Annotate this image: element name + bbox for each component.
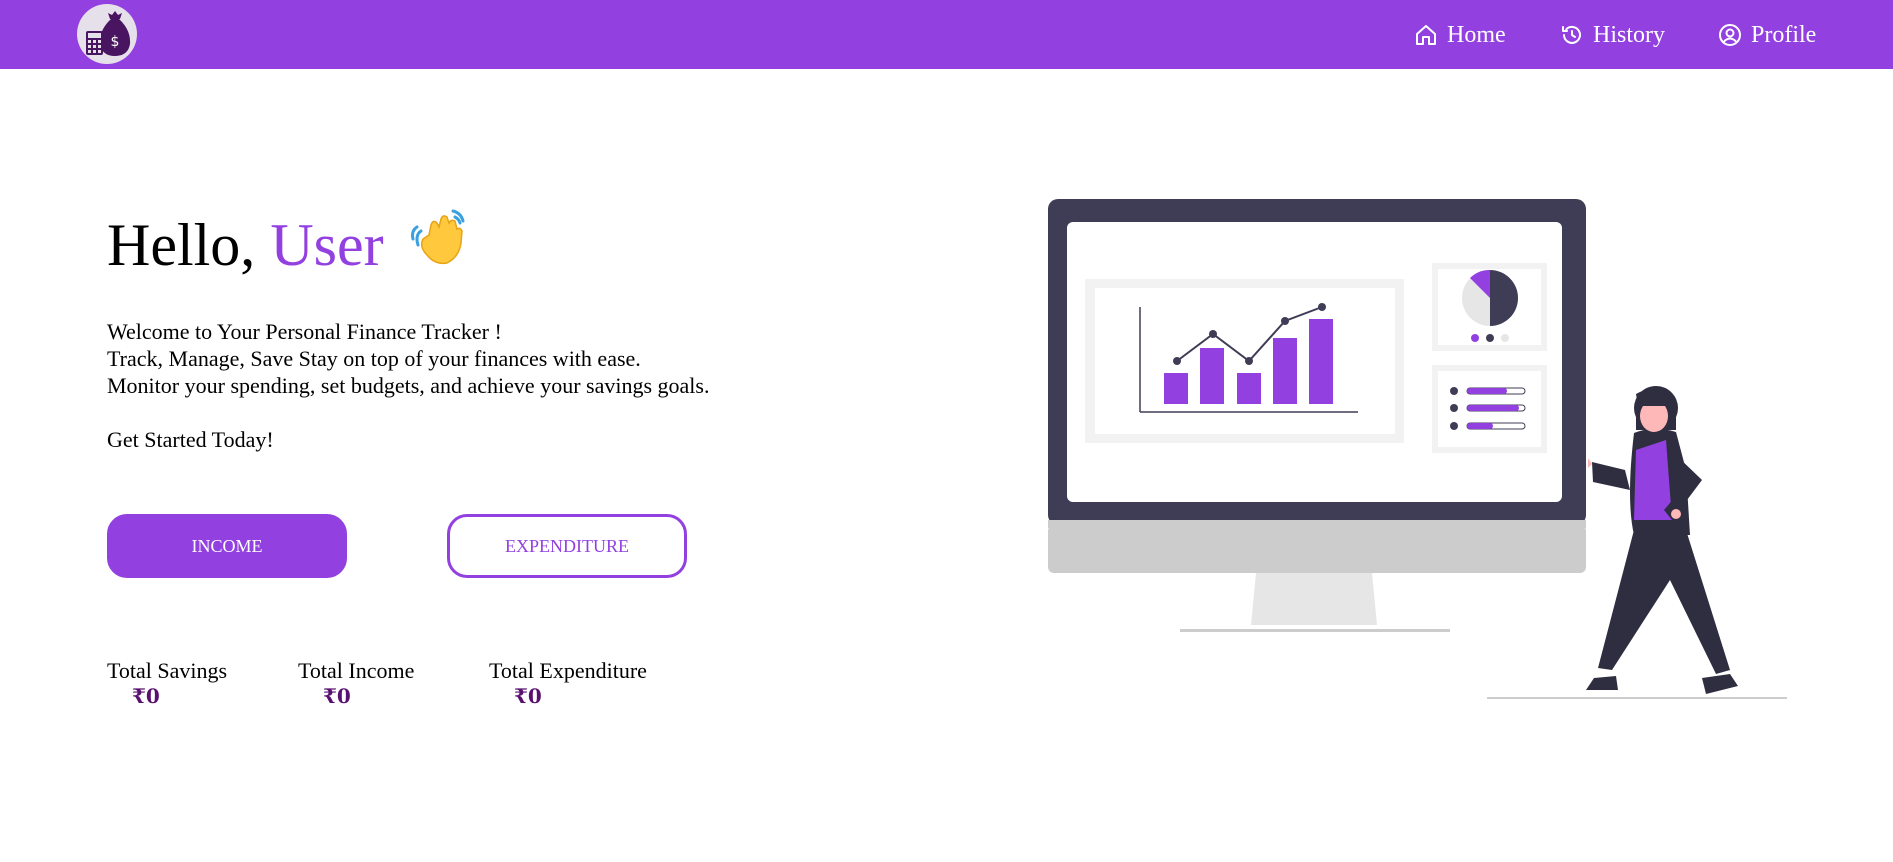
home-icon xyxy=(1414,23,1438,47)
income-button[interactable]: INCOME xyxy=(107,514,347,578)
intro-line-2: Track, Manage, Save Stay on top of your … xyxy=(107,346,641,371)
stat-value: ₹0 xyxy=(323,684,351,708)
monitor-base-line xyxy=(1180,629,1450,632)
chart-bar xyxy=(1164,373,1188,404)
svg-text:$: $ xyxy=(111,34,120,50)
stat-value: ₹0 xyxy=(514,684,542,708)
stat-total-income: Total Income ₹0 xyxy=(298,657,414,710)
intro-text: Welcome to Your Personal Finance Tracker… xyxy=(107,318,709,399)
stat-label: Total Income xyxy=(298,658,415,683)
nav-home-label: Home xyxy=(1447,21,1506,48)
stat-label: Total Expenditure xyxy=(489,658,647,683)
greeting-text: Hello, xyxy=(107,212,256,278)
chart-bar xyxy=(1237,373,1261,404)
app-logo-icon[interactable]: $ xyxy=(77,4,137,64)
stat-total-expenditure: Total Expenditure ₹0 xyxy=(489,657,647,710)
chart-bar xyxy=(1273,338,1297,404)
profile-icon xyxy=(1718,23,1742,47)
nav-profile-link[interactable]: Profile xyxy=(1718,20,1816,50)
top-navbar: $ Home History Profile xyxy=(0,0,1893,69)
nav-history-label: History xyxy=(1593,21,1665,48)
intro-line-3: Monitor your spending, set budgets, and … xyxy=(107,373,710,398)
chart-bar xyxy=(1309,319,1333,404)
monitor-stand xyxy=(1251,573,1377,625)
monitor-chin xyxy=(1048,525,1586,573)
nav-profile-label: Profile xyxy=(1751,21,1817,48)
stat-label: Total Savings xyxy=(107,658,228,683)
dashboard-illustration xyxy=(1048,199,1787,699)
nav-history-link[interactable]: History xyxy=(1560,20,1665,50)
expenditure-button[interactable]: EXPENDITURE xyxy=(447,514,687,578)
stat-total-savings: Total Savings ₹0 xyxy=(107,657,227,710)
username: User xyxy=(270,212,384,278)
history-icon xyxy=(1560,23,1584,47)
nav-home-link[interactable]: Home xyxy=(1414,20,1506,50)
chart-bar xyxy=(1200,348,1224,404)
get-started-text: Get Started Today! xyxy=(107,427,274,452)
stat-value: ₹0 xyxy=(132,684,160,708)
waving-hand-icon xyxy=(407,205,473,291)
greeting-heading: Hello, User xyxy=(107,205,473,291)
intro-line-1: Welcome to Your Personal Finance Tracker… xyxy=(107,319,502,344)
